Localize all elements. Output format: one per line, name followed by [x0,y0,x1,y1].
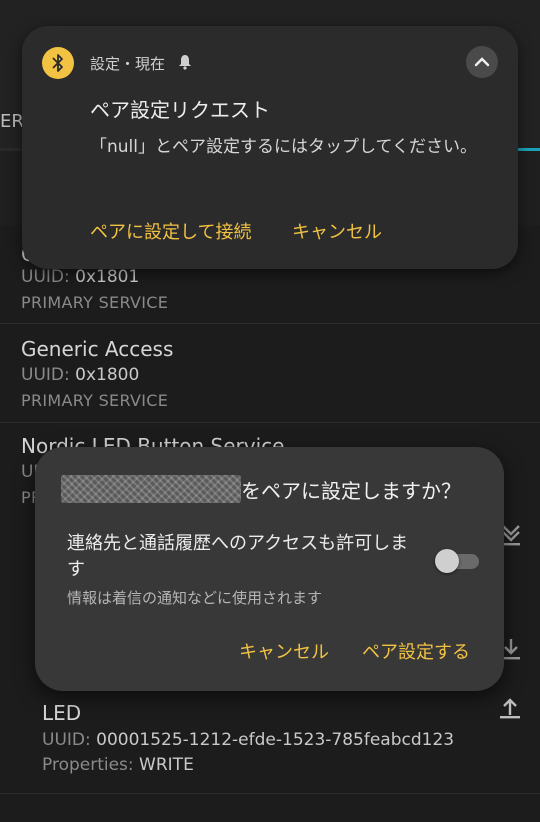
notification-title: ペア設定リクエスト [90,98,270,122]
pair-and-connect-button[interactable]: ペアに設定して接続 [90,218,251,244]
uuid-label: UUID: [21,365,70,385]
bluetooth-icon [52,54,63,72]
chevron-up-icon [474,57,490,67]
notification-body: 「null」とペア設定するにはタップしてください。 [90,137,477,157]
uuid-value: 0x1800 [75,365,140,385]
collapse-button[interactable] [466,46,498,78]
contacts-access-label: 連絡先と通話履歴へのアクセスも許可します [67,533,409,580]
tab-label-fragment[interactable]: ER [0,111,24,132]
uuid-value: 0x1801 [75,267,140,287]
redacted-device-name [61,475,241,503]
uuid-value: 00001525-1212-efde-1523-785feabcd123 [96,730,455,750]
service-uuid: UUID: 0x1800 [21,365,139,385]
characteristic-properties: Properties: WRITE [42,755,194,775]
contacts-access-description: 情報は着信の通知などに使用されます [67,589,323,607]
characteristic-uuid: UUID: 00001525-1212-efde-1523-785feabcd1… [42,730,454,750]
service-uuid: UUID: 0x1801 [21,267,139,287]
service-name: Generic Access [21,337,174,361]
characteristic-name: LED [42,701,82,725]
uuid-label: UUID: [42,730,91,750]
dialog-pair-button[interactable]: ペア設定する [362,638,470,664]
uuid-label: UUID: [21,267,70,287]
notification-app-header: 設定・現在 [90,55,166,73]
pairing-notification[interactable]: 設定・現在 ペア設定リクエスト 「null」とペア設定するにはタップしてください… [22,26,518,269]
service-item[interactable]: Generic Access UUID: 0x1800 PRIMARY SERV… [0,324,540,423]
pairing-dialog: をペアに設定しますか？ 連絡先と通話履歴へのアクセスも許可します 情報は着信の通… [35,447,504,691]
properties-label: Properties: [42,755,134,775]
dialog-cancel-button[interactable]: キャンセル [239,638,329,664]
notification-cancel-button[interactable]: キャンセル [292,218,382,244]
bell-icon [179,55,191,70]
write-upload-icon[interactable] [496,693,524,721]
toggle-thumb [435,549,459,573]
bluetooth-badge [42,47,74,79]
service-type: PRIMARY SERVICE [21,293,169,312]
dialog-title: をペアに設定しますか？ [241,479,461,503]
service-type: PRIMARY SERVICE [21,391,169,410]
properties-value: WRITE [139,755,194,775]
contacts-access-toggle[interactable] [435,549,481,573]
